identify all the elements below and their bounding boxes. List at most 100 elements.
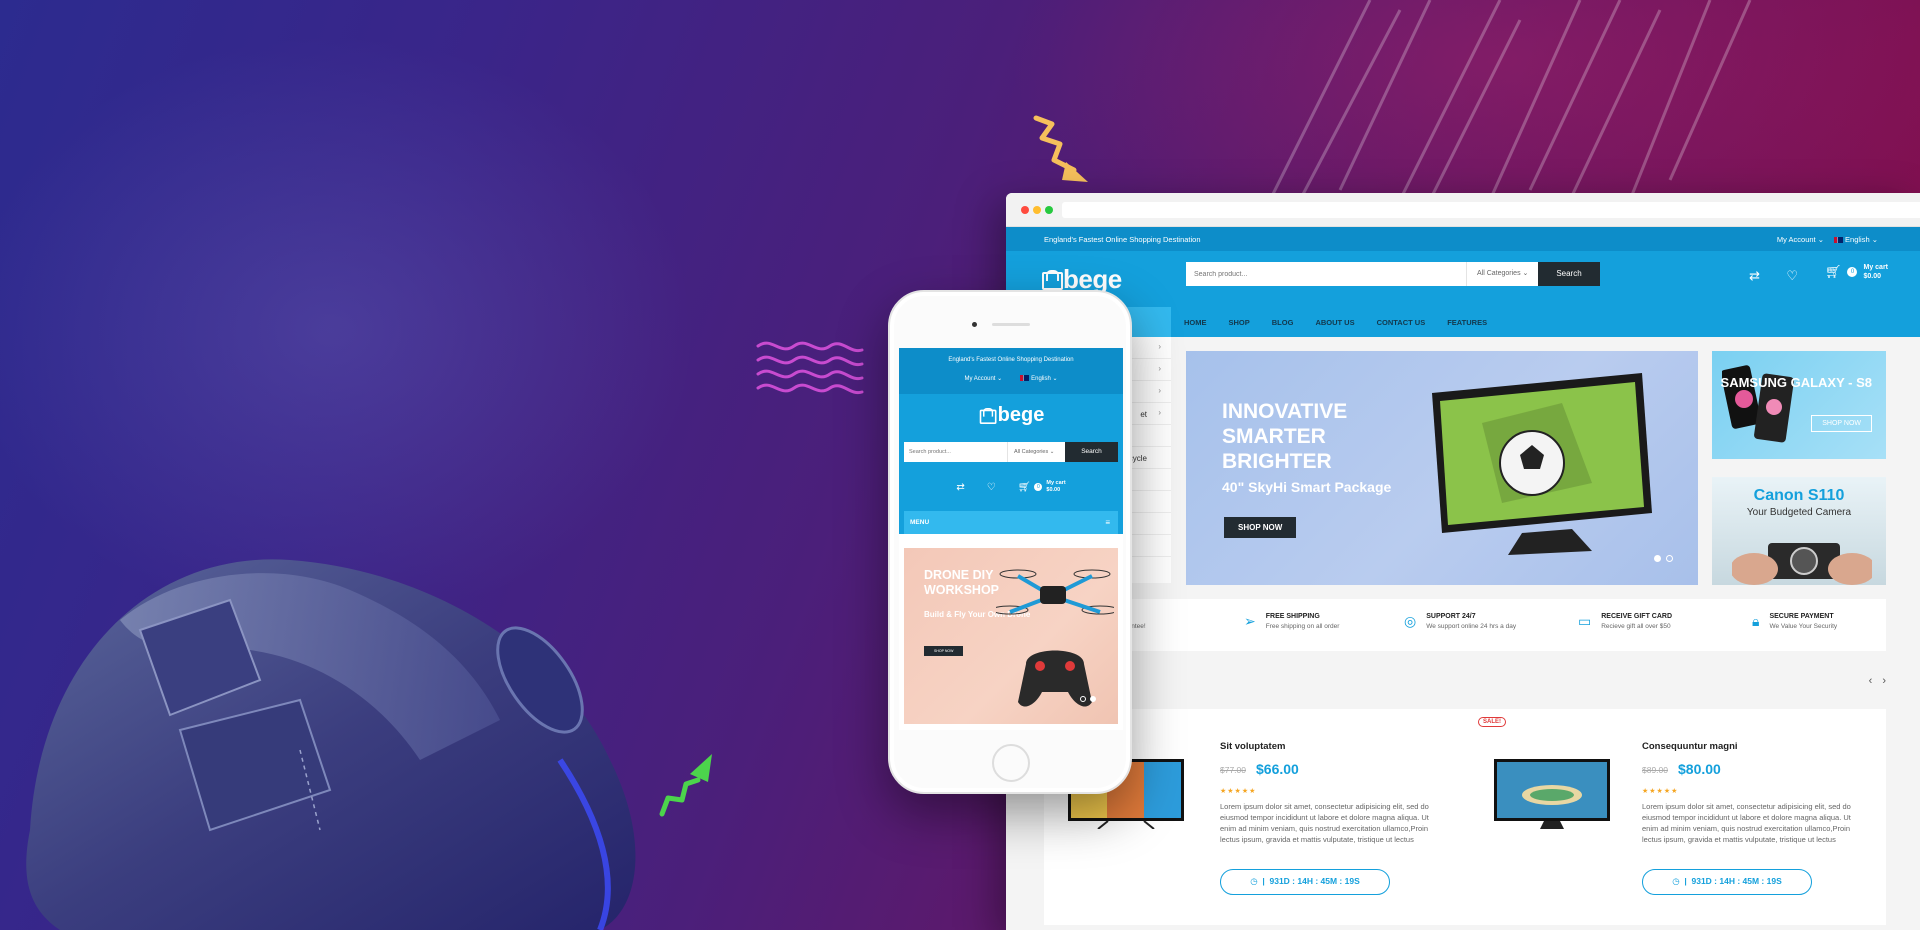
product-description: Lorem ipsum dolor sit amet, consectetur …: [1642, 802, 1851, 844]
product-deals-section: Sit voluptatem $77.00 $66.00 ★★★★★ Lorem…: [1044, 709, 1886, 925]
mobile-drone-banner[interactable]: DRONE DIY WORKSHOP Build & Fly Your Own …: [904, 548, 1118, 724]
browser-title-bar: [1006, 193, 1920, 227]
chevron-left-icon[interactable]: ‹: [1869, 675, 1873, 687]
product-name[interactable]: Sit voluptatem: [1220, 741, 1285, 752]
countdown-value: 931D : 14H : 45M : 19S: [1691, 876, 1782, 886]
close-window-button[interactable]: [1021, 206, 1029, 214]
language-dropdown[interactable]: English ⌄: [1834, 235, 1878, 244]
chevron-right-icon: ›: [1158, 386, 1161, 395]
feature-title: SECURE PAYMENT: [1769, 613, 1834, 620]
hero-shop-now-button[interactable]: SHOP NOW: [1224, 517, 1297, 538]
product-description: Lorem ipsum dolor sit amet, consectetur …: [1220, 802, 1429, 844]
promo-title: Canon S110: [1753, 487, 1845, 504]
address-bar[interactable]: [1062, 202, 1920, 218]
product-rating: ★★★★★: [1642, 788, 1679, 795]
mobile-top-links: My Account ⌄ English ⌄: [899, 375, 1123, 383]
hamburger-icon: ≡: [1105, 518, 1110, 527]
mobile-search-bar: All Categories ⌄ Search: [904, 442, 1118, 462]
nav-blog[interactable]: BLOG: [1272, 318, 1294, 327]
lifebuoy-icon: ◎: [1404, 613, 1417, 629]
cart-button[interactable]: 🛒︎ 0 My cart $0.00: [1825, 263, 1888, 281]
mobile-category-select[interactable]: All Categories ⌄: [1007, 442, 1065, 462]
minimize-window-button[interactable]: [1033, 206, 1041, 214]
promo-subtitle: Your Budgeted Camera: [1746, 507, 1852, 518]
brush-strokes-decoration: [1268, 0, 1752, 200]
nav-about-us[interactable]: ABOUT US: [1315, 318, 1354, 327]
deal-countdown-timer: ◷ | 931D : 14H : 45M : 19S: [1220, 869, 1390, 895]
mobile-phone-mockup: England's Fastest Online Shopping Destin…: [888, 290, 1132, 794]
chevron-right-icon: ›: [1158, 408, 1161, 417]
mobile-cart-button[interactable]: 🛒︎ 0 My cart $0.00: [1018, 480, 1066, 494]
nav-contact-us[interactable]: CONTACT US: [1377, 318, 1426, 327]
cart-total: $0.00: [1046, 487, 1061, 493]
hero-banner[interactable]: INNOVATIVE SMARTER BRIGHTER 40" SkyHi Sm…: [1186, 351, 1698, 585]
cart-total: $0.00: [1863, 273, 1882, 280]
hero-pagination: [1654, 555, 1673, 562]
samsung-promo-banner[interactable]: SAMSUNG GALAXY - S8 SHOP NOW: [1712, 351, 1886, 459]
uk-flag-icon: [1834, 237, 1844, 244]
mobile-top-bar: England's Fastest Online Shopping Destin…: [899, 348, 1123, 394]
product-old-price: $89.00: [1642, 765, 1668, 775]
mobile-search-button[interactable]: Search: [1065, 442, 1118, 462]
green-zigzag-arrow-icon: [659, 754, 712, 817]
features-strip: N y back guarantee! ➢ FREE SHIPPING Free…: [1006, 599, 1886, 651]
canon-promo-banner[interactable]: Canon S110 Your Budgeted Camera: [1712, 477, 1886, 585]
language-label: English ⌄: [1031, 376, 1058, 382]
chevron-right-icon[interactable]: ›: [1882, 675, 1886, 687]
computer-mouse-image: [26, 559, 636, 930]
hero-title: INNOVATIVE SMARTER BRIGHTER: [1222, 400, 1348, 473]
product-tv-image[interactable]: [1494, 759, 1610, 829]
cart-count-badge: 0: [1034, 483, 1043, 491]
uk-flag-icon: [1020, 375, 1030, 382]
compare-shuffle-icon[interactable]: ⇄: [1749, 268, 1760, 284]
compare-shuffle-icon[interactable]: ⇄: [956, 482, 964, 493]
pink-wave-lines-icon: [756, 341, 864, 395]
shopping-bag-icon: [1042, 269, 1063, 290]
nav-shop[interactable]: SHOP: [1229, 318, 1250, 327]
banner-shop-now-button[interactable]: SHOP NOW: [924, 646, 964, 656]
feature-gift-card: ▭ RECEIVE GIFT CARD Recieve gift all ove…: [1578, 613, 1672, 630]
cart-icon: 🛒︎: [1824, 264, 1842, 279]
product-rating: ★★★★★: [1220, 788, 1257, 795]
countdown-value: 931D : 14H : 45M : 19S: [1269, 876, 1360, 886]
nav-links: HOME SHOP BLOG ABOUT US CONTACT US FEATU…: [1184, 307, 1487, 337]
feature-title: RECEIVE GIFT CARD: [1601, 613, 1673, 620]
mobile-header: bege All Categories ⌄ Search ⇄ ♡ 🛒︎ 0 My…: [899, 394, 1123, 534]
clock-icon: ◷: [1250, 876, 1258, 886]
maximize-window-button[interactable]: [1045, 206, 1053, 214]
phone-speaker: [992, 323, 1030, 326]
product-name[interactable]: Consequuntur magni: [1642, 741, 1738, 752]
mobile-menu-toggle[interactable]: MENU ≡: [904, 511, 1118, 534]
slide-dot[interactable]: [1654, 555, 1661, 562]
mobile-banner-pagination: [1080, 696, 1096, 702]
search-input[interactable]: [1186, 262, 1466, 286]
mobile-language-dropdown[interactable]: English ⌄: [1020, 375, 1058, 383]
search-button[interactable]: Search: [1538, 262, 1600, 286]
slide-dot[interactable]: [1090, 696, 1096, 702]
main-content: › › › et › cycle INNOVATIVE SMARTER BRIGH…: [1006, 337, 1920, 930]
slide-dot[interactable]: [1666, 555, 1673, 562]
language-label: English ⌄: [1845, 235, 1878, 244]
wishlist-heart-icon[interactable]: ♡: [987, 482, 996, 493]
mobile-account-dropdown[interactable]: My Account ⌄: [964, 375, 1002, 383]
feature-subtitle: Recieve gift all over $50: [1601, 623, 1671, 630]
paper-plane-icon: ➢: [1244, 613, 1256, 629]
nav-home[interactable]: HOME: [1184, 318, 1207, 327]
mobile-logo[interactable]: bege: [899, 404, 1123, 427]
drone-product-image: [996, 569, 1114, 707]
wishlist-heart-icon[interactable]: ♡: [1786, 268, 1798, 284]
promo-shop-now-button[interactable]: SHOP NOW: [1811, 415, 1872, 432]
cart-summary: My cart $0.00: [1863, 263, 1888, 281]
slide-dot[interactable]: [1080, 696, 1086, 702]
category-label: All Categories: [1014, 449, 1049, 455]
search-bar: All Categories ⌄ Search: [1186, 262, 1600, 286]
mobile-search-input[interactable]: [904, 442, 1007, 462]
feature-free-shipping: ➢ FREE SHIPPING Free shipping on all ord…: [1244, 613, 1339, 630]
phone-camera: [972, 322, 977, 327]
mobile-header-icons: ⇄ ♡ 🛒︎ 0 My cart $0.00: [899, 480, 1123, 494]
category-select[interactable]: All Categories ⌄: [1466, 262, 1538, 286]
my-account-dropdown[interactable]: My Account ⌄: [1777, 235, 1824, 244]
lock-icon: 🔒︎: [1752, 613, 1760, 629]
nav-features[interactable]: FEATURES: [1447, 318, 1487, 327]
clock-icon: ◷: [1672, 876, 1680, 886]
